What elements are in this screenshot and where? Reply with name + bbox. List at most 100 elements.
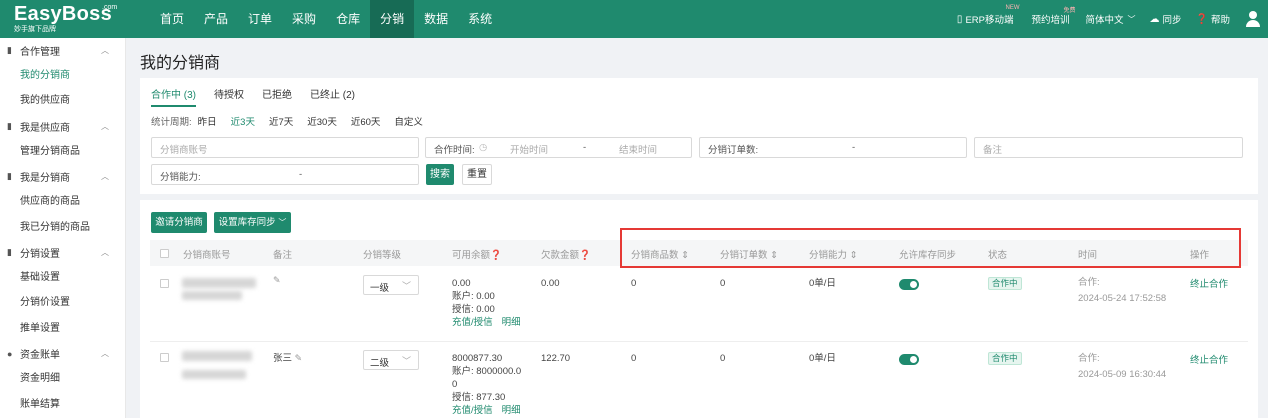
level-select[interactable]: 二级 ﹀ xyxy=(363,350,419,370)
recharge-link[interactable]: 充值/授信 xyxy=(452,317,493,328)
col-ability[interactable]: 分销能力 ⇕ xyxy=(809,247,858,261)
logo-name: EasyBoss xyxy=(14,3,113,25)
col-balance-label: 可用余额 xyxy=(452,250,491,261)
sidebar-item-basic-settings[interactable]: 基础设置 xyxy=(0,265,125,290)
help-button[interactable]: ❓ 帮助 xyxy=(1196,12,1230,27)
erp-mobile-link[interactable]: ▯ ERP移动端 NEW xyxy=(957,5,1020,26)
sidebar-group-distributor[interactable]: ▮ 我是分销商 ︿ xyxy=(0,164,125,189)
recharge-link[interactable]: 充值/授信 xyxy=(452,405,493,416)
nav-home[interactable]: 首页 xyxy=(150,0,194,38)
detail-link[interactable]: 明细 xyxy=(502,317,521,328)
tab-cooperating[interactable]: 合作中 (3) xyxy=(151,86,196,107)
terminate-button[interactable]: 终止合作 xyxy=(1190,278,1228,291)
remark-cell: ✎ xyxy=(273,274,281,287)
row-checkbox[interactable] xyxy=(160,353,169,362)
row-checkbox[interactable] xyxy=(160,279,169,288)
level-value: 二级 xyxy=(370,358,390,369)
help-label: 帮助 xyxy=(1210,15,1230,26)
range-separator: - xyxy=(299,169,303,180)
col-stock-sync: 允许库存同步 xyxy=(899,250,957,261)
sidebar-item-bill-settlement[interactable]: 账单结算 xyxy=(0,392,125,417)
language-select[interactable]: 简体中文 ﹀ xyxy=(1086,12,1136,27)
edit-icon[interactable]: ✎ xyxy=(273,275,281,285)
coop-time-range[interactable]: 合作时间: ◷ 开始时间 - 结束时间 xyxy=(425,137,692,158)
sidebar-group-settings[interactable]: ▮ 分销设置 ︿ xyxy=(0,240,125,265)
sidebar-item-my-suppliers[interactable]: 我的供应商 xyxy=(0,88,125,113)
tab-terminated[interactable]: 已终止 (2) xyxy=(310,86,355,107)
erp-mobile-label: ERP移动端 xyxy=(965,15,1014,26)
stock-sync-toggle[interactable] xyxy=(899,279,919,290)
training-link[interactable]: 预约培训 免费 xyxy=(1031,8,1075,26)
reset-button[interactable]: 重置 xyxy=(462,164,492,185)
sidebar-group-label: 资金账单 xyxy=(20,350,60,362)
account-redacted xyxy=(182,278,256,288)
sidebar-item-supplier-products[interactable]: 供应商的商品 xyxy=(0,189,125,214)
ability-range[interactable]: 分销能力: - xyxy=(151,164,419,185)
sidebar-group-supplier[interactable]: ▮ 我是供应商 ︿ xyxy=(0,114,125,139)
detail-link[interactable]: 明细 xyxy=(502,405,521,416)
table-row: 张三 ✎ 二级 ﹀ 8000877.30 账户: 8000000.0 0 授信: … xyxy=(150,343,1248,418)
balance-cell: 0.00 账户: 0.00 授信: 0.00 充值/授信 明细 xyxy=(452,277,521,329)
invite-distributor-button[interactable]: 邀请分销商 xyxy=(151,212,207,233)
nav-orders[interactable]: 订单 xyxy=(238,0,282,38)
col-time: 时间 xyxy=(1078,250,1098,261)
account-balance-wrap: 0 xyxy=(452,379,458,390)
select-all-checkbox[interactable] xyxy=(160,249,169,258)
range-60-days[interactable]: 近60天 xyxy=(351,114,381,128)
orders-value: 0 xyxy=(720,278,726,289)
sidebar-item-price-settings[interactable]: 分销价设置 xyxy=(0,290,125,315)
terminate-button[interactable]: 终止合作 xyxy=(1190,354,1228,367)
search-button[interactable]: 搜索 xyxy=(426,164,454,185)
tab-rejected[interactable]: 已拒绝 xyxy=(262,86,292,107)
range-yesterday[interactable]: 昨日 xyxy=(198,114,217,128)
products-value: 0 xyxy=(631,353,637,364)
nav-distribution[interactable]: 分销 xyxy=(370,0,415,38)
main-nav: 首页 产品 订单 采购 仓库 分销 数据 系统 xyxy=(150,0,502,38)
sidebar-item-push-settings[interactable]: 推单设置 xyxy=(0,316,125,341)
range-7-days[interactable]: 近7天 xyxy=(269,114,293,128)
user-avatar-icon[interactable] xyxy=(1246,11,1260,27)
sidebar: ▮ 合作管理 ︿ 我的分销商 我的供应商 ▮ 我是供应商 ︿ 管理分销商品 ▮ … xyxy=(0,38,126,418)
col-products[interactable]: 分销商品数 ⇕ xyxy=(631,247,689,261)
stock-sync-toggle[interactable] xyxy=(899,354,919,365)
sidebar-item-distributed-products[interactable]: 我已分销的商品 xyxy=(0,215,125,240)
nav-products[interactable]: 产品 xyxy=(194,0,238,38)
stock-sync-button[interactable]: 设置库存同步 ﹀ xyxy=(214,212,291,233)
nav-warehouse[interactable]: 仓库 xyxy=(326,0,370,38)
distributor-account-input[interactable]: 分销商账号 xyxy=(151,137,419,158)
level-select[interactable]: 一级 ﹀ xyxy=(363,275,419,295)
table-header: 分销商账号 备注 分销等级 可用余额❓ 欠款金额❓ 分销商品数 ⇕ 分销订单数 … xyxy=(150,240,1248,266)
sync-button[interactable]: ☁ 同步 xyxy=(1150,12,1182,27)
nav-system[interactable]: 系统 xyxy=(458,0,502,38)
folder-icon: ▮ xyxy=(7,45,12,55)
sidebar-group-finance[interactable]: ● 资金账单 ︿ xyxy=(0,341,125,366)
folder-icon: ▮ xyxy=(7,246,12,257)
nav-data[interactable]: 数据 xyxy=(414,0,458,38)
col-ability-label: 分销能力 xyxy=(809,250,848,261)
nav-purchase[interactable]: 采购 xyxy=(282,0,326,38)
tab-pending[interactable]: 待授权 xyxy=(214,86,244,107)
range-custom[interactable]: 自定义 xyxy=(394,114,423,128)
ability-value: 0单/日 xyxy=(809,278,836,289)
order-count-range[interactable]: 分销订单数: - xyxy=(699,137,967,158)
sidebar-item-manage-products[interactable]: 管理分销商品 xyxy=(0,139,125,164)
sidebar-item-fund-details[interactable]: 资金明细 xyxy=(0,366,125,391)
filter-panel: 合作中 (3) 待授权 已拒绝 已终止 (2) 统计周期: 昨日 近3天 近7天… xyxy=(140,78,1258,194)
account-redacted xyxy=(182,291,242,300)
training-label: 预约培训 xyxy=(1031,15,1070,26)
credit-balance: 授信: 877.30 xyxy=(452,392,506,403)
time-value: 2024-05-09 16:30:44 xyxy=(1078,369,1167,380)
range-3-days[interactable]: 近3天 xyxy=(231,114,255,128)
col-orders[interactable]: 分销订单数 ⇕ xyxy=(720,247,778,261)
range-30-days[interactable]: 近30天 xyxy=(307,114,337,128)
remark-text: 张三 xyxy=(273,353,293,364)
edit-icon[interactable]: ✎ xyxy=(295,353,303,363)
chevron-down-icon: ﹀ xyxy=(278,218,287,227)
stock-sync-label: 设置库存同步 xyxy=(218,217,276,228)
status-badge: 合作中 xyxy=(988,352,1022,365)
sidebar-group-cooperation[interactable]: ▮ 合作管理 ︿ xyxy=(0,38,125,63)
sidebar-item-my-distributors[interactable]: 我的分销商 xyxy=(0,63,125,88)
stat-period: 统计周期: 昨日 近3天 近7天 近30天 近60天 自定义 xyxy=(151,114,437,128)
remark-input[interactable]: 备注 xyxy=(974,137,1243,158)
logo[interactable]: EasyBoss .com 妙手旗下品牌 xyxy=(14,3,117,34)
